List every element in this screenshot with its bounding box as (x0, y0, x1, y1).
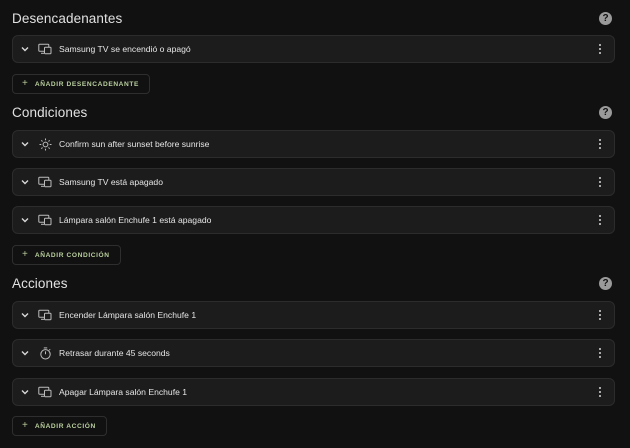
sun-icon (38, 137, 52, 151)
more-options-icon[interactable] (595, 385, 605, 399)
chevron-down-icon[interactable] (20, 348, 30, 358)
condition-label: Confirm sun after sunset before sunrise (59, 139, 210, 149)
more-options-icon[interactable] (595, 308, 605, 322)
plus-icon: + (22, 249, 28, 260)
add-trigger-button[interactable]: + AÑADIR DESENCADENANTE (12, 74, 151, 94)
more-options-icon[interactable] (595, 175, 605, 189)
add-condition-button[interactable]: + AÑADIR CONDICIÓN (12, 245, 121, 265)
add-action-button[interactable]: + AÑADIR ACCIÓN (12, 416, 107, 436)
add-condition-label: AÑADIR CONDICIÓN (34, 251, 110, 259)
triggers-title: Desencadenantes (12, 10, 123, 26)
chevron-down-icon[interactable] (20, 215, 30, 225)
action-label: Apagar Lámpara salón Enchufe 1 (59, 387, 188, 397)
chevron-down-icon[interactable] (20, 387, 30, 397)
plus-icon: + (22, 78, 28, 89)
help-icon[interactable]: ? (599, 276, 612, 290)
device-icon (38, 308, 52, 322)
condition-row[interactable]: Samsung TV está apagado (12, 168, 615, 196)
conditions-title: Condiciones (12, 104, 88, 120)
more-options-icon[interactable] (595, 42, 605, 56)
device-icon (38, 42, 52, 56)
triggers-header: Desencadenantes ? (12, 7, 615, 29)
condition-row[interactable]: Lámpara salón Enchufe 1 está apagado (12, 206, 615, 234)
condition-row[interactable]: Confirm sun after sunset before sunrise (12, 130, 615, 158)
add-action-label: AÑADIR ACCIÓN (34, 422, 96, 430)
trigger-label: Samsung TV se encendió o apagó (59, 44, 191, 54)
chevron-down-icon[interactable] (20, 310, 30, 320)
conditions-header: Condiciones ? (12, 101, 615, 123)
timer-icon (38, 346, 52, 360)
add-trigger-label: AÑADIR DESENCADENANTE (34, 80, 140, 88)
help-icon[interactable]: ? (599, 105, 612, 119)
action-row[interactable]: Encender Lámpara salón Enchufe 1 (12, 301, 615, 329)
trigger-row[interactable]: Samsung TV se encendió o apagó (12, 35, 615, 63)
device-icon (38, 213, 52, 227)
actions-title: Acciones (12, 275, 68, 291)
more-options-icon[interactable] (595, 213, 605, 227)
more-options-icon[interactable] (595, 137, 605, 151)
condition-label: Samsung TV está apagado (59, 177, 163, 187)
action-label: Retrasar durante 45 seconds (59, 348, 170, 358)
chevron-down-icon[interactable] (20, 177, 30, 187)
action-label: Encender Lámpara salón Enchufe 1 (59, 310, 197, 320)
condition-label: Lámpara salón Enchufe 1 está apagado (59, 215, 212, 225)
automation-editor: Desencadenantes ? Samsung TV se encendió… (0, 0, 630, 448)
help-icon[interactable]: ? (599, 11, 612, 25)
actions-header: Acciones ? (12, 272, 615, 294)
more-options-icon[interactable] (595, 346, 605, 360)
device-icon (38, 175, 52, 189)
plus-icon: + (22, 420, 28, 431)
action-row[interactable]: Apagar Lámpara salón Enchufe 1 (12, 378, 615, 406)
chevron-down-icon[interactable] (20, 44, 30, 54)
chevron-down-icon[interactable] (20, 139, 30, 149)
device-icon (38, 385, 52, 399)
action-row[interactable]: Retrasar durante 45 seconds (12, 339, 615, 367)
